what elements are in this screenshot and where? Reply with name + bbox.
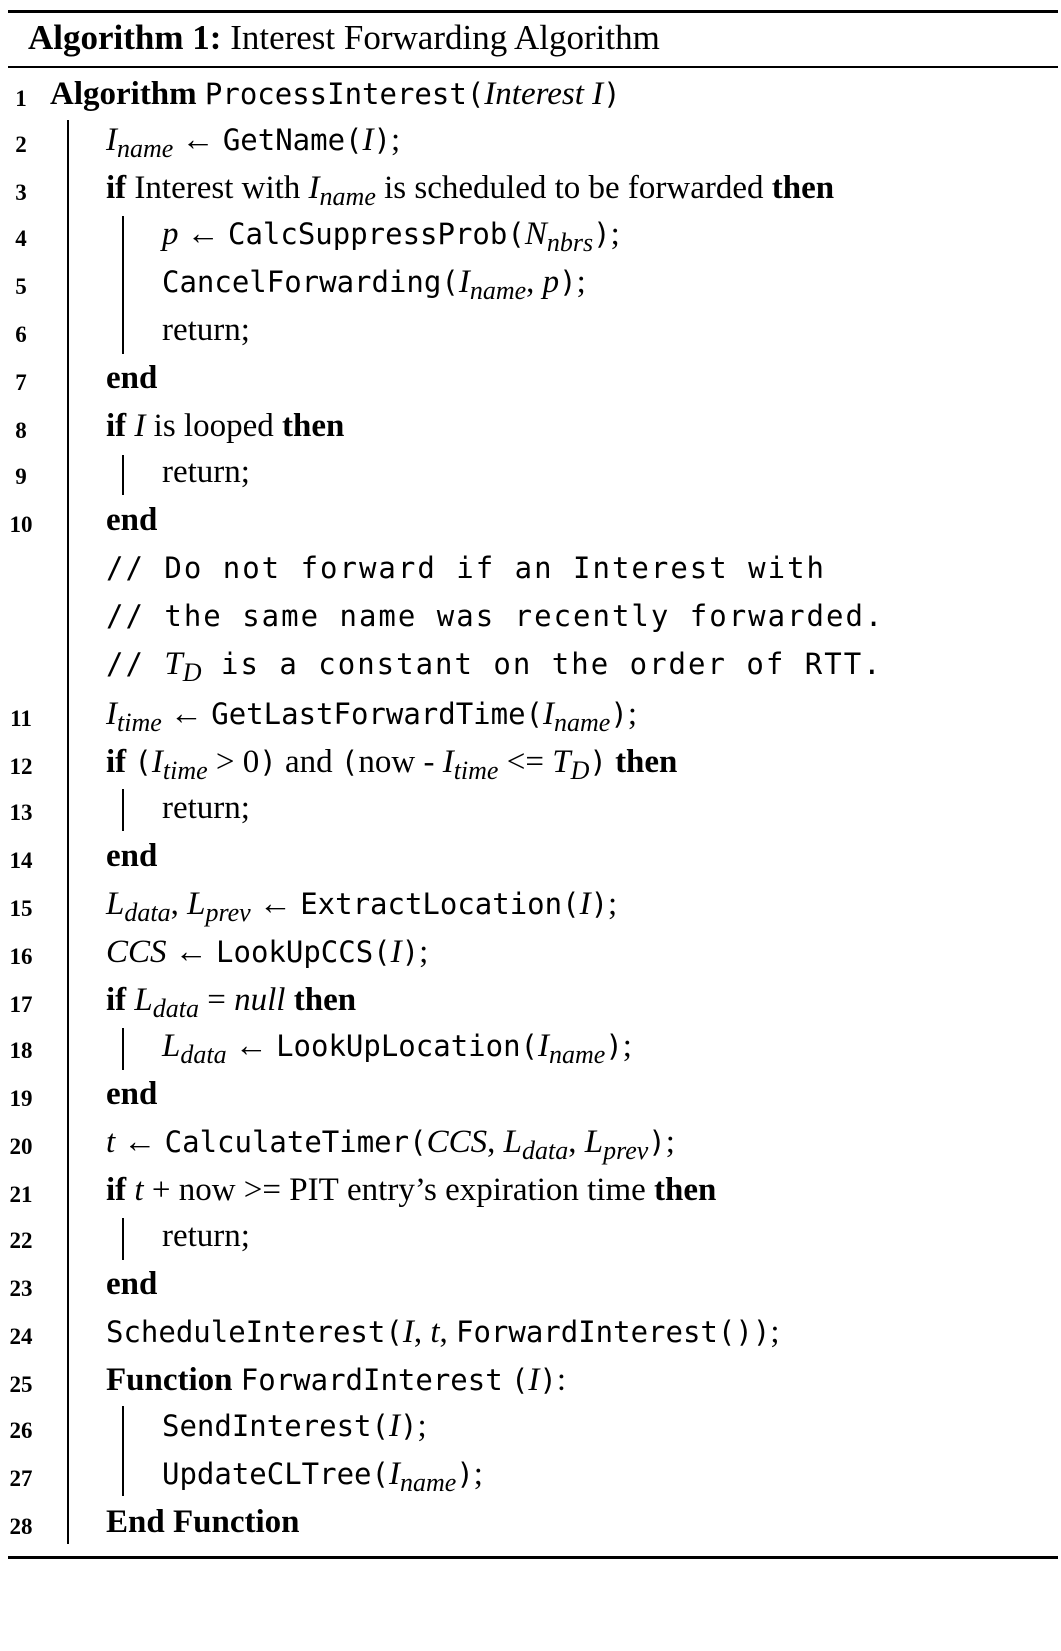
line-number: 14 [9,848,33,873]
line-number: 8 [15,418,27,443]
line-number: 27 [9,1466,33,1491]
line-number: 9 [15,464,27,489]
code-line: if Ldata = null then [106,982,357,1023]
code-line: end [106,360,158,396]
line-number: 10 [9,512,33,537]
line-number: 22 [9,1228,33,1253]
code-line: return; [162,454,250,490]
block-bar-if-null [122,1028,124,1070]
block-bar-if-expire [122,1218,124,1260]
code-line: if I is looped then [106,408,345,444]
code-line: if Interest with Iname is scheduled to b… [106,170,835,211]
code-line: t ← CalculateTimer(CCS, Ldata, Lprev); [106,1124,675,1165]
code-line: // TD is a constant on the order of RTT. [106,646,883,687]
code-line: End Function [106,1504,300,1540]
line-number: 19 [9,1086,33,1111]
line-number: 17 [9,992,33,1017]
code-line: Itime ← GetLastForwardTime(Iname); [106,696,637,737]
code-line: return; [162,1218,250,1254]
algorithm-caption: Algorithm 1: Interest Forwarding Algorit… [28,18,660,58]
code-line: // Do not forward if an Interest with [106,551,827,585]
code-line: UpdateCLTree(Iname); [162,1456,483,1497]
line-number: 3 [15,180,27,205]
code-line: return; [162,790,250,826]
bottom-rule [8,1556,1058,1559]
line-number: 24 [9,1324,33,1349]
line-number: 6 [15,322,27,347]
code-line: if (Itime > 0) and (now - Itime <= TD) t… [106,744,678,785]
code-line: end [106,1076,158,1112]
line-number: 1 [15,86,27,111]
line-number: 5 [15,274,27,299]
line-number: 23 [9,1276,33,1301]
line-number: 26 [9,1418,33,1443]
line-number: 11 [10,706,32,731]
line-number: 12 [9,754,33,779]
block-bar-if-recent [122,789,124,831]
algorithm-label: Algorithm 1: [28,18,222,57]
block-bar-if-looped [122,455,124,495]
code-line: Function ForwardInterest (I): [106,1362,567,1398]
line-number: 4 [15,226,27,251]
line-number: 28 [9,1514,33,1539]
line-number: 20 [9,1134,33,1159]
code-line: p ← CalcSuppressProb(Nnbrs); [162,216,620,257]
block-bar-if-scheduled [122,216,124,354]
code-line: if t + now >= PIT entry’s expiration tim… [106,1172,717,1208]
code-line: ScheduleInterest(I, t, ForwardInterest()… [106,1314,780,1350]
line-number: 7 [15,370,27,395]
code-line: end [106,838,158,874]
line-number: 25 [9,1372,33,1397]
top-rule [8,10,1058,13]
code-line: CancelForwarding(Iname, p); [162,264,586,305]
block-bar-function [122,1406,124,1496]
line-number: 2 [15,132,27,157]
code-line: Ldata, Lprev ← ExtractLocation(I); [106,886,618,927]
line-number: 18 [9,1038,33,1063]
caption-rule [8,66,1058,68]
line-number: 21 [9,1182,33,1207]
line-number: 16 [9,944,33,969]
line-number: 13 [9,800,33,825]
algorithm-title: Interest Forwarding Algorithm [230,18,660,57]
code-line: Ldata ← LookUpLocation(Iname); [162,1028,632,1069]
code-line: end [106,502,158,538]
code-line: Algorithm ProcessInterest(Interest I) [50,76,621,112]
block-bar-main [67,120,69,1544]
line-number: 15 [9,896,33,921]
code-line: return; [162,312,250,348]
code-line: end [106,1266,158,1302]
code-line: CCS ← LookUpCCS(I); [106,934,429,970]
code-line: Iname ← GetName(I); [106,122,401,163]
code-line: // the same name was recently forwarded. [106,599,885,633]
code-line: SendInterest(I); [162,1408,427,1444]
